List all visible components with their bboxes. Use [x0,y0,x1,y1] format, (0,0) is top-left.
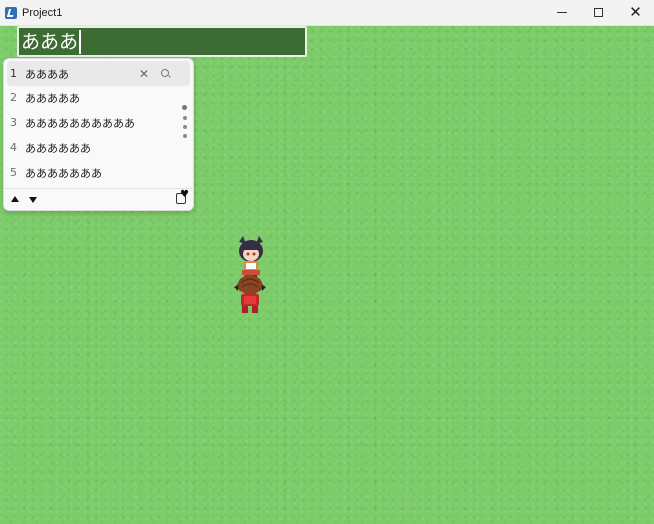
ime-candidate-2[interactable]: 2 あああああ [4,85,193,110]
close-icon[interactable]: ✕ [139,67,149,81]
page-dot [183,134,187,138]
window-title: Project1 [22,6,63,19]
maximize-icon [594,8,603,17]
arrow-up-icon[interactable] [11,196,19,202]
candidate-actions: ✕ [139,61,170,86]
ime-candidate-window: 1 ああああ ✕ 2 あああああ 3 ああああああああああ 4 ああああああ 5… [3,58,194,211]
arrow-down-icon[interactable] [29,197,37,203]
candidate-number: 3 [10,116,17,129]
minimize-button[interactable] [543,0,580,25]
page-dot [183,125,187,129]
app-window: Project1 ✕ あああ 1 ああああ ✕ 2 あああああ 3 ああああああ… [0,0,654,524]
candidate-text: あああああ [25,91,80,105]
search-icon[interactable] [161,69,170,78]
candidate-number: 5 [10,166,17,179]
favorite-icon[interactable] [176,189,189,204]
ime-candidate-3[interactable]: 3 ああああああああああ [4,110,193,135]
page-dot-active [182,105,187,110]
name-input-value: あああ [21,30,82,54]
close-button[interactable]: ✕ [617,0,654,25]
close-icon: ✕ [629,3,642,21]
candidate-text: ああああ [25,67,69,81]
page-dot [183,116,187,120]
ime-footer [4,189,193,209]
page-indicator[interactable] [182,105,190,141]
candidate-text: あああああああ [25,166,102,180]
ime-candidate-1[interactable]: 1 ああああ ✕ [7,61,190,86]
divider [4,188,193,189]
candidate-number: 2 [10,91,17,104]
candidate-number: 1 [10,67,17,80]
name-input[interactable]: あああ [17,26,307,57]
title-bar[interactable]: Project1 ✕ [0,0,654,26]
minimize-icon [556,12,567,13]
window-controls: ✕ [543,0,654,25]
maximize-button[interactable] [580,0,617,25]
candidate-text: ああああああ [25,141,91,155]
app-icon [5,6,17,19]
candidate-text: ああああああああああ [25,116,135,130]
character-boy-sprite [234,275,266,313]
ime-candidate-4[interactable]: 4 ああああああ [4,135,193,160]
ime-candidate-5[interactable]: 5 あああああああ [4,160,193,185]
candidate-number: 4 [10,141,17,154]
